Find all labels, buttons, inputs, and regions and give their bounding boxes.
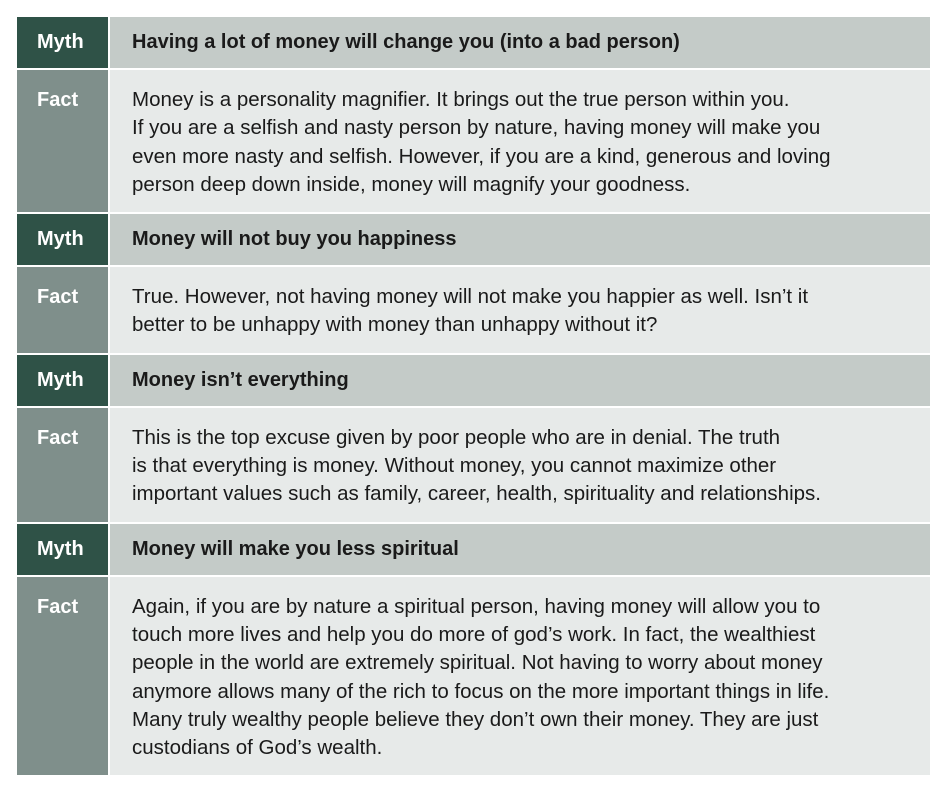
myth-label: Myth xyxy=(17,354,108,406)
fact-line: Again, if you are by nature a spiritual … xyxy=(132,594,821,618)
myth-label: Myth xyxy=(17,17,108,68)
fact-row: Fact This is the top excuse given by poo… xyxy=(17,407,930,522)
fact-label: Fact xyxy=(17,407,108,522)
fact-line: important values such as family, career,… xyxy=(132,482,821,506)
fact-label: Fact xyxy=(17,70,108,213)
fact-line: touch more lives and help you do more of… xyxy=(132,622,816,646)
myth-text: Money will not buy you happiness xyxy=(110,214,930,266)
fact-line: Many truly wealthy people believe they d… xyxy=(132,707,819,731)
fact-line: If you are a selfish and nasty person by… xyxy=(132,116,821,140)
fact-label: Fact xyxy=(17,576,108,776)
myth-text: Having a lot of money will change you (i… xyxy=(110,17,930,68)
fact-line: True. However, not having money will not… xyxy=(132,285,809,309)
myth-label: Myth xyxy=(17,214,108,266)
myth-row: Myth Money isn’t everything xyxy=(17,354,930,406)
myth-fact-table: Myth Having a lot of money will change y… xyxy=(17,17,930,776)
fact-row: Fact Again, if you are by nature a spiri… xyxy=(17,576,930,776)
myth-row: Myth Money will not buy you happiness xyxy=(17,214,930,266)
fact-line: This is the top excuse given by poor peo… xyxy=(132,425,781,449)
fact-label: Fact xyxy=(17,267,108,353)
fact-text: Again, if you are by nature a spiritual … xyxy=(110,576,930,776)
fact-line: Money is a personality magnifier. It bri… xyxy=(132,88,790,111)
fact-text: True. However, not having money will not… xyxy=(110,267,930,353)
fact-row: Fact True. However, not having money wil… xyxy=(17,267,930,353)
myth-text: Money will make you less spiritual xyxy=(110,523,930,575)
fact-line: person deep down inside, money will magn… xyxy=(132,172,691,196)
fact-text: This is the top excuse given by poor peo… xyxy=(110,407,930,522)
fact-text: Money is a personality magnifier. It bri… xyxy=(110,70,930,213)
myth-text: Money isn’t everything xyxy=(110,354,930,406)
fact-line: better to be unhappy with money than unh… xyxy=(132,313,658,337)
fact-line: even more nasty and selfish. However, if… xyxy=(132,144,831,168)
fact-line: is that everything is money. Without mon… xyxy=(132,454,777,478)
fact-row: Fact Money is a personality magnifier. I… xyxy=(17,70,930,213)
fact-line: custodians of God’s wealth. xyxy=(132,736,383,760)
myth-label: Myth xyxy=(17,523,108,575)
myth-row: Myth Having a lot of money will change y… xyxy=(17,17,930,68)
myth-row: Myth Money will make you less spiritual xyxy=(17,523,930,575)
fact-line: anymore allows many of the rich to focus… xyxy=(132,679,830,703)
fact-line: people in the world are extremely spirit… xyxy=(132,651,823,675)
